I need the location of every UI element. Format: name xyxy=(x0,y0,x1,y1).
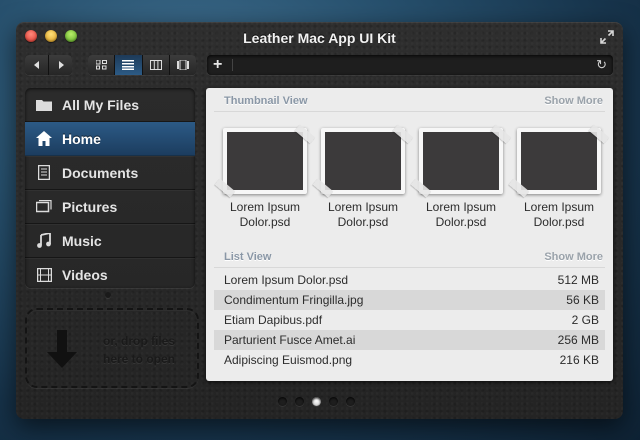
page-dot-active[interactable] xyxy=(312,397,321,406)
list-item[interactable]: Etiam Dapibus.pdf 2 GB xyxy=(214,310,605,330)
drop-zone[interactable]: or, drop files here to open xyxy=(25,308,199,388)
sidebar-item-videos[interactable]: Videos xyxy=(25,258,195,288)
page-dot[interactable] xyxy=(278,397,287,406)
drop-zone-label: or, drop files here to open xyxy=(89,332,189,368)
coverflow-view-button[interactable] xyxy=(169,55,196,75)
grid-icon xyxy=(95,60,107,70)
forward-button[interactable] xyxy=(49,55,72,75)
file-name: Parturient Fusce Amet.ai xyxy=(224,333,356,347)
page-dot[interactable] xyxy=(295,397,304,406)
back-button[interactable] xyxy=(25,55,49,75)
sidebar-item-all-my-files[interactable]: All My Files xyxy=(25,88,195,122)
thumbnail-image xyxy=(410,124,512,198)
navigation-buttons xyxy=(25,55,72,75)
window-title: Leather Mac App UI Kit xyxy=(243,30,396,46)
thumbnail-image xyxy=(508,124,610,198)
show-more-link[interactable]: Show More xyxy=(544,251,603,263)
file-list: Lorem Ipsum Dolor.psd 512 MB Condimentum… xyxy=(214,270,605,370)
film-icon xyxy=(35,266,53,284)
path-field[interactable] xyxy=(239,55,589,75)
home-icon xyxy=(35,130,53,148)
list-view-header: List View Show More xyxy=(214,251,605,268)
page-indicator xyxy=(278,397,355,406)
sidebar-item-label: All My Files xyxy=(62,96,140,113)
sidebar-resize-handle[interactable] xyxy=(105,292,111,298)
file-size: 256 MB xyxy=(557,333,599,347)
sidebar-item-label: Documents xyxy=(62,164,139,181)
file-name: Etiam Dapibus.pdf xyxy=(224,313,323,327)
file-size: 512 MB xyxy=(557,273,599,287)
thumbnail-view-header: Thumbnail View Show More xyxy=(214,95,605,112)
music-note-icon xyxy=(35,232,53,250)
file-name: Adipiscing Euismod.png xyxy=(224,353,353,367)
back-icon xyxy=(33,61,39,69)
sidebar-item-pictures[interactable]: Pictures xyxy=(25,190,195,224)
thumbnail-caption: Lorem Ipsum Dolor.psd xyxy=(523,200,595,229)
drop-zone-line-1: or, drop files xyxy=(102,334,175,348)
list-item[interactable]: Parturient Fusce Amet.ai 256 MB xyxy=(214,330,605,350)
section-title: Thumbnail View xyxy=(224,95,308,107)
thumbnail-item[interactable]: Lorem Ipsum Dolor.psd xyxy=(410,124,512,230)
list-view-button[interactable] xyxy=(115,55,143,75)
sidebar-item-label: Pictures xyxy=(62,198,118,215)
drop-zone-line-2: here to open xyxy=(102,352,175,366)
thumbnail-item[interactable]: Lorem Ipsum Dolor.psd xyxy=(214,124,316,230)
file-size: 56 KB xyxy=(566,293,599,307)
page-dot[interactable] xyxy=(346,397,355,406)
section-title: List View xyxy=(224,251,272,263)
sidebar-item-documents[interactable]: Documents xyxy=(25,156,195,190)
add-button[interactable]: + xyxy=(213,55,222,75)
thumbnail-image xyxy=(214,124,316,198)
sidebar-item-music[interactable]: Music xyxy=(25,224,195,258)
list-item[interactable]: Condimentum Fringilla.jpg 56 KB xyxy=(214,290,605,310)
thumbnail-caption: Lorem Ipsum Dolor.psd xyxy=(425,200,497,229)
forward-icon xyxy=(58,61,64,69)
view-mode-buttons xyxy=(88,55,196,75)
folder-icon xyxy=(35,96,53,114)
columns-icon xyxy=(149,60,162,70)
list-item[interactable]: Adipiscing Euismod.png 216 KB xyxy=(214,350,605,370)
fullscreen-icon[interactable] xyxy=(600,30,614,44)
sidebar: All My Files Home Documents Pictures Mus… xyxy=(25,88,195,288)
file-name: Condimentum Fringilla.jpg xyxy=(224,293,364,307)
show-more-link[interactable]: Show More xyxy=(544,95,603,107)
thumbnail-item[interactable]: Lorem Ipsum Dolor.psd xyxy=(508,124,610,230)
thumbnail-image xyxy=(312,124,414,198)
file-name: Lorem Ipsum Dolor.psd xyxy=(224,273,349,287)
sidebar-item-label: Videos xyxy=(62,266,108,283)
refresh-icon[interactable]: ↻ xyxy=(596,55,607,75)
list-item[interactable]: Lorem Ipsum Dolor.psd 512 MB xyxy=(214,270,605,290)
sidebar-item-home[interactable]: Home xyxy=(25,122,195,156)
column-view-button[interactable] xyxy=(142,55,170,75)
content-panel: Thumbnail View Show More Lorem Ipsum Dolo… xyxy=(206,88,613,381)
list-icon xyxy=(122,60,135,70)
path-bar: + ↻ xyxy=(207,55,613,75)
file-size: 216 KB xyxy=(559,353,599,367)
thumbnail-caption: Lorem Ipsum Dolor.psd xyxy=(327,200,399,229)
page-dot[interactable] xyxy=(329,397,338,406)
thumbnail-item[interactable]: Lorem Ipsum Dolor.psd xyxy=(312,124,414,230)
file-size: 2 GB xyxy=(571,313,599,327)
down-arrow-icon xyxy=(47,330,77,373)
app-window: Leather Mac App UI Kit + ↻ All My Files … xyxy=(16,22,623,419)
sidebar-item-label: Home xyxy=(62,130,101,147)
document-icon xyxy=(35,164,53,182)
coverflow-icon xyxy=(176,60,189,70)
thumbnail-grid: Lorem Ipsum Dolor.psd Lorem Ipsum Dolor.ps… xyxy=(214,124,610,230)
sidebar-item-label: Music xyxy=(62,232,102,249)
path-divider xyxy=(232,59,233,71)
thumbnail-caption: Lorem Ipsum Dolor.psd xyxy=(229,200,301,229)
pictures-icon xyxy=(35,198,53,216)
icon-view-button[interactable] xyxy=(88,55,116,75)
